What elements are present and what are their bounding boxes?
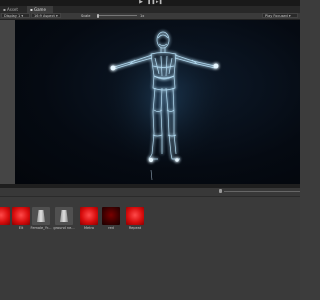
project-pane-header [0,188,300,197]
display-dropdown[interactable]: Display 1 ▾ [1,13,30,18]
asset-thumbnail[interactable] [55,207,73,225]
scale-label: Scale [81,14,91,18]
asset-thumbnail[interactable] [0,207,10,225]
asset-label: Female_Yr... [30,226,52,230]
aspect-value: 16:9 Aspect [34,14,55,18]
game-icon: ▪ [30,7,33,12]
icon-size-slider-knob[interactable] [219,189,222,193]
icon-size-slider-track[interactable] [224,191,300,192]
display-value: Display 1 [4,14,21,18]
tab-game[interactable]: ▪ Game [27,6,53,13]
pause-icon[interactable]: ❚❚ [147,0,155,5]
asset-thumbnail[interactable] [12,207,30,225]
scale-value: 1x [140,14,145,18]
asset-label: red [108,226,114,230]
texture-swatch [37,210,45,222]
asset-thumbnail[interactable] [102,207,120,225]
play-icon[interactable]: ▶ [138,0,144,5]
asset-label: ground ne... [53,226,75,230]
asset-thumbnail[interactable] [126,207,144,225]
scale-slider-knob[interactable] [97,13,99,18]
asset-label: Metro [83,226,95,230]
scale-slider-track[interactable] [97,15,137,16]
tab-asset-store[interactable]: ▪ Asset Store [0,6,27,19]
texture-swatch [60,210,68,222]
tab-label: Game [34,7,46,12]
step-icon[interactable]: ▸❚ [156,0,163,5]
asset-thumbnail[interactable] [32,207,50,225]
asset-label: Elt [18,226,24,230]
game-viewport[interactable] [15,20,300,184]
hologram-figure [95,20,235,181]
play-focused-dropdown[interactable]: Play Focused ▾ [262,13,298,18]
asset-store-icon: ▪ [3,7,6,12]
asset-thumbnail[interactable] [80,207,98,225]
play-focused-value: Play Focused [265,14,288,18]
asset-label: Repeat [128,226,142,230]
left-panel [0,20,15,184]
aspect-dropdown[interactable]: 16:9 Aspect ▾ [31,13,61,18]
